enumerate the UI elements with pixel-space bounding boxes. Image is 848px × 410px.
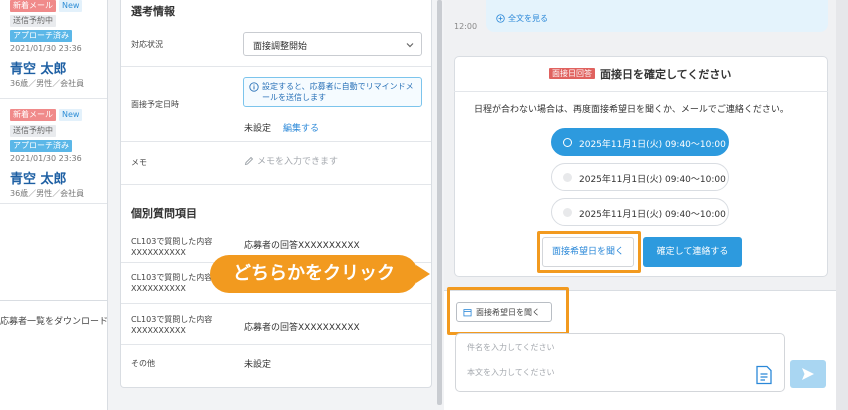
badge-row: 送信予約中 xyxy=(10,125,56,137)
badge-row: アプローチ済み xyxy=(10,140,72,152)
date-slot-option[interactable]: 2025年11月1日(火) 09:40〜10:00 xyxy=(551,198,729,226)
section-title-selection: 選考情報 xyxy=(131,5,175,18)
detail-scrollbar[interactable] xyxy=(437,0,442,405)
section-title-questions: 個別質問項目 xyxy=(131,207,197,220)
expand-message-label: 全文を見る xyxy=(508,14,548,23)
candidate-name[interactable]: 青空 太郎 xyxy=(10,168,67,187)
chevron-down-icon xyxy=(406,43,414,48)
radio-icon xyxy=(563,173,572,182)
divider xyxy=(121,303,431,304)
other-label: その他 xyxy=(131,359,155,368)
highlight-frame xyxy=(447,287,569,335)
candidate-name[interactable]: 青空 太郎 xyxy=(10,58,67,77)
divider xyxy=(121,184,431,185)
question-answer: 応募者の回答XXXXXXXXXX xyxy=(244,323,360,333)
candidate-item[interactable]: 新着メール New 送信予約中 アプローチ済み 2021/01/30 23:36… xyxy=(0,99,107,204)
message-time: 12:00 xyxy=(454,22,478,31)
divider xyxy=(0,300,107,301)
subject-input[interactable]: 件名を入力してください xyxy=(455,333,785,360)
annotation-text: どちらかをクリック xyxy=(233,263,395,284)
edit-date-link[interactable]: 編集する xyxy=(283,121,319,134)
interview-answer-tag: 面接日回答 xyxy=(549,68,595,79)
approach-badge: アプローチ済み xyxy=(10,140,72,152)
interview-date-value: 未設定 xyxy=(244,124,272,134)
badge-row: 新着メール New xyxy=(10,109,83,121)
status-select-value: 面接調整開始 xyxy=(253,42,308,52)
approach-badge: アプローチ済み xyxy=(10,30,72,42)
memo-label: メモ xyxy=(131,158,147,167)
new-mail-badge: 新着メール xyxy=(10,0,56,12)
memo-input[interactable]: メモを入力できます xyxy=(244,154,338,167)
download-list-link[interactable]: 応募者一覧をダウンロード xyxy=(0,314,107,327)
send-button[interactable] xyxy=(790,360,826,388)
body-input[interactable]: 本文を入力してください xyxy=(455,359,785,392)
other-value: 未設定 xyxy=(244,360,272,370)
card-description: 日程が合わない場合は、再度面接希望日を聞くか、メールでご連絡ください。 xyxy=(474,105,789,115)
annotation-bubble: どちらかをクリック xyxy=(210,255,418,293)
radio-icon xyxy=(563,208,572,217)
date-slot-label: 2025年11月1日(火) 09:40〜10:00 xyxy=(579,140,726,150)
plus-circle-icon xyxy=(496,14,505,23)
candidate-list: 新着メール New 送信予約中 アプローチ済み 2021/01/30 23:36… xyxy=(0,0,108,410)
status-badge: 送信予約中 xyxy=(10,125,56,137)
highlight-frame xyxy=(537,231,641,273)
send-icon xyxy=(802,368,814,380)
date-slot-option[interactable]: 2025年11月1日(火) 09:40〜10:00 xyxy=(551,163,729,191)
date-slot-option[interactable]: 2025年11月1日(火) 09:40〜10:00 xyxy=(551,128,729,156)
subject-placeholder: 件名を入力してください xyxy=(467,343,555,352)
message-dash-line: ------------------------------ xyxy=(494,0,581,3)
question-label: CL103で質問した内容XXXXXXXXXX xyxy=(131,315,213,335)
candidate-meta: 36歳／男性／会社員 xyxy=(10,79,85,88)
date-slot-label: 2025年11月1日(火) 09:40〜10:00 xyxy=(579,175,726,185)
confirm-and-notify-button[interactable]: 確定して連絡する xyxy=(643,237,742,267)
card-title: 面接日を確定してください xyxy=(600,68,732,81)
date-slot-label: 2025年11月1日(火) 09:40〜10:00 xyxy=(579,210,726,220)
annotation-pointer xyxy=(416,265,430,283)
page-scrollbar[interactable] xyxy=(836,0,848,410)
template-document-icon[interactable] xyxy=(755,365,773,385)
pencil-icon xyxy=(244,156,254,165)
divider xyxy=(121,66,431,67)
question-answer: 応募者の回答XXXXXXXXXX xyxy=(244,241,360,251)
interview-date-label: 面接予定日時 xyxy=(131,100,179,109)
reminder-info-box: 設定すると、応募者に自動でリマインドメールを送信します xyxy=(243,77,422,107)
body-placeholder: 本文を入力してください xyxy=(467,368,555,377)
memo-placeholder: メモを入力できます xyxy=(257,157,339,167)
candidate-date: 2021/01/30 23:36 xyxy=(10,154,82,163)
status-badge: 送信予約中 xyxy=(10,15,56,27)
new-mail-badge: 新着メール xyxy=(10,109,56,121)
radio-icon xyxy=(563,138,572,147)
badge-row: 送信予約中 xyxy=(10,15,56,27)
reminder-info-text: 設定すると、応募者に自動でリマインドメールを送信します xyxy=(262,82,414,102)
divider xyxy=(121,141,431,142)
info-icon xyxy=(249,82,259,92)
badge-row: 新着メール New xyxy=(10,0,83,12)
candidate-date: 2021/01/30 23:36 xyxy=(10,44,82,53)
expand-message-link[interactable]: 全文を見る xyxy=(496,13,548,24)
status-select[interactable]: 面接調整開始 xyxy=(243,32,422,56)
new-badge: New xyxy=(59,109,83,121)
badge-row: アプローチ済み xyxy=(10,30,72,42)
new-badge: New xyxy=(59,0,83,12)
divider xyxy=(121,344,431,345)
status-label: 対応状況 xyxy=(131,40,163,49)
candidate-item[interactable]: 新着メール New 送信予約中 アプローチ済み 2021/01/30 23:36… xyxy=(0,0,107,99)
candidate-meta: 36歳／男性／会社員 xyxy=(10,189,85,198)
